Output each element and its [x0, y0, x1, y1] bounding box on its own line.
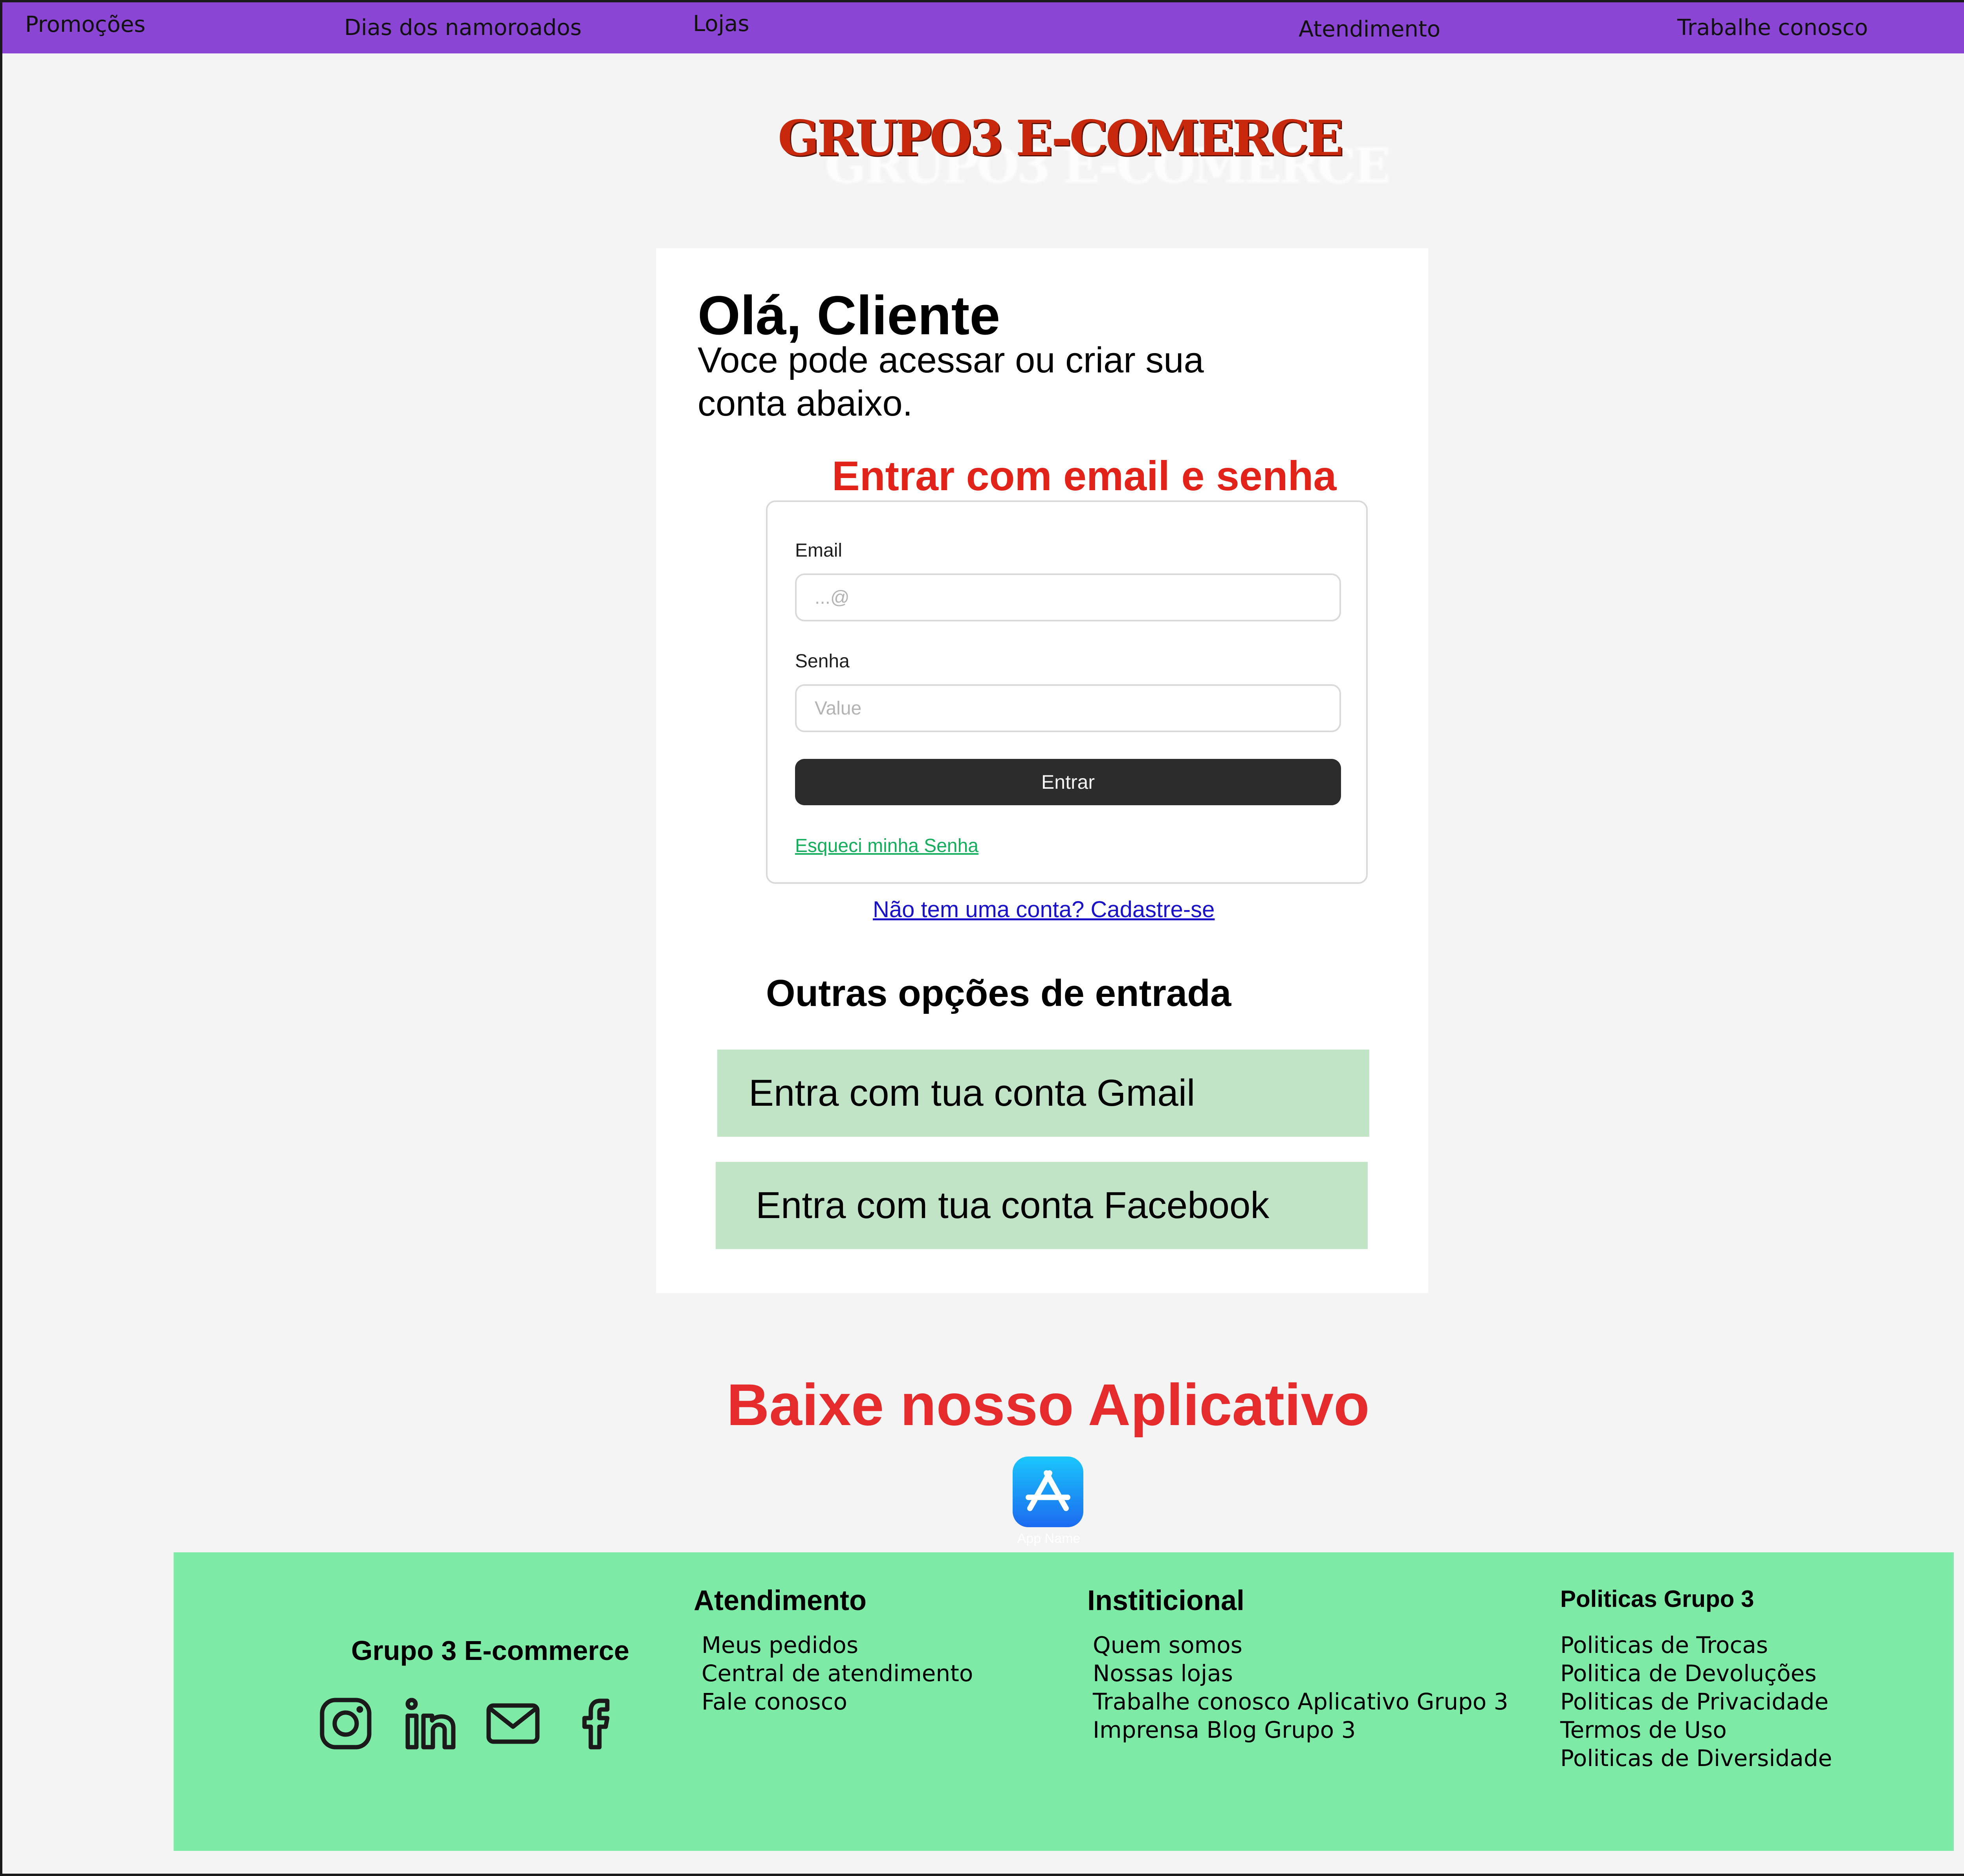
- footer: Grupo 3 E-commerce Atendimento Meus pedi…: [174, 1552, 1954, 1851]
- footer-link-nossas-lojas[interactable]: Nossas lojas: [1093, 1659, 1508, 1687]
- footer-brand: Grupo 3 E-commerce: [351, 1635, 629, 1666]
- footer-list-atendimento: Meus pedidos Central de atendimento Fale…: [702, 1631, 973, 1716]
- gmail-login-button[interactable]: Entra com tua conta Gmail: [717, 1050, 1369, 1137]
- login-form: Email Senha Entrar Esqueci minha Senha: [766, 500, 1368, 884]
- nav-item-lojas[interactable]: Lojas: [693, 11, 749, 37]
- facebook-icon[interactable]: [570, 1697, 624, 1750]
- greeting-subtitle: Voce pode acessar ou criar sua conta aba…: [698, 340, 1204, 423]
- app-download-title: Baixe nosso Aplicativo: [727, 1372, 1370, 1438]
- nav-item-trabalhe-conosco[interactable]: Trabalhe conosco: [1677, 15, 1868, 40]
- footer-heading-institucional: Institicional: [1087, 1585, 1245, 1616]
- email-field[interactable]: [795, 573, 1341, 621]
- nav-item-atendimento[interactable]: Atendimento: [1299, 16, 1440, 42]
- footer-link-imprensa[interactable]: Imprensa Blog Grupo 3: [1093, 1716, 1508, 1744]
- mail-icon[interactable]: [486, 1697, 540, 1750]
- footer-link-devolucoes[interactable]: Politica de Devoluções: [1560, 1659, 1832, 1687]
- password-label: Senha: [795, 651, 850, 672]
- password-field[interactable]: [795, 684, 1341, 732]
- footer-heading-politicas: Politicas Grupo 3: [1560, 1586, 1754, 1612]
- forgot-password-link[interactable]: Esqueci minha Senha: [795, 835, 978, 857]
- facebook-login-button[interactable]: Entra com tua conta Facebook: [716, 1162, 1368, 1249]
- footer-link-quem-somos[interactable]: Quem somos: [1093, 1631, 1508, 1659]
- footer-link-central-atendimento[interactable]: Central de atendimento: [702, 1659, 973, 1687]
- instagram-icon[interactable]: [319, 1697, 372, 1750]
- email-label: Email: [795, 540, 843, 561]
- logo[interactable]: GRUPO3 E-COMERCE GRUPO3 E-COMERCE: [778, 110, 1391, 204]
- top-nav: Promoções Dias dos namoroados Lojas Aten…: [0, 0, 1964, 53]
- footer-link-privacidade[interactable]: Politicas de Privacidade: [1560, 1687, 1832, 1716]
- greeting-title: Olá, Cliente: [698, 284, 1000, 346]
- other-options-heading: Outras opções de entrada: [766, 972, 1231, 1014]
- footer-link-meus-pedidos[interactable]: Meus pedidos: [702, 1631, 973, 1659]
- nav-item-dias-namorados[interactable]: Dias dos namoroados: [344, 15, 582, 40]
- footer-list-politicas: Politicas de Trocas Politica de Devoluçõ…: [1560, 1631, 1832, 1772]
- email-login-heading: Entrar com email e senha: [832, 453, 1337, 499]
- app-name-label: App Name: [1017, 1531, 1081, 1546]
- footer-link-diversidade[interactable]: Politicas de Diversidade: [1560, 1744, 1832, 1772]
- footer-link-trabalhe-conosco[interactable]: Trabalhe conosco Aplicativo Grupo 3: [1093, 1687, 1508, 1716]
- footer-heading-atendimento: Atendimento: [694, 1585, 867, 1616]
- logo-text: GRUPO3 E-COMERCE: [778, 110, 1344, 167]
- signup-link[interactable]: Não tem uma conta? Cadastre-se: [873, 896, 1215, 923]
- linkedin-icon[interactable]: [403, 1697, 456, 1750]
- footer-link-fale-conosco[interactable]: Fale conosco: [702, 1687, 973, 1716]
- login-button[interactable]: Entrar: [795, 759, 1341, 805]
- footer-link-trocas[interactable]: Politicas de Trocas: [1560, 1631, 1832, 1659]
- footer-link-termos[interactable]: Termos de Uso: [1560, 1716, 1832, 1744]
- nav-item-promocoes[interactable]: Promoções: [25, 12, 145, 37]
- app-store-icon[interactable]: [1013, 1456, 1083, 1527]
- facebook-login-label: Entra com tua conta Facebook: [756, 1184, 1270, 1226]
- login-card: Olá, Cliente Voce pode acessar ou criar …: [656, 248, 1428, 1293]
- footer-list-institucional: Quem somos Nossas lojas Trabalhe conosco…: [1093, 1631, 1508, 1744]
- gmail-login-label: Entra com tua conta Gmail: [749, 1072, 1195, 1114]
